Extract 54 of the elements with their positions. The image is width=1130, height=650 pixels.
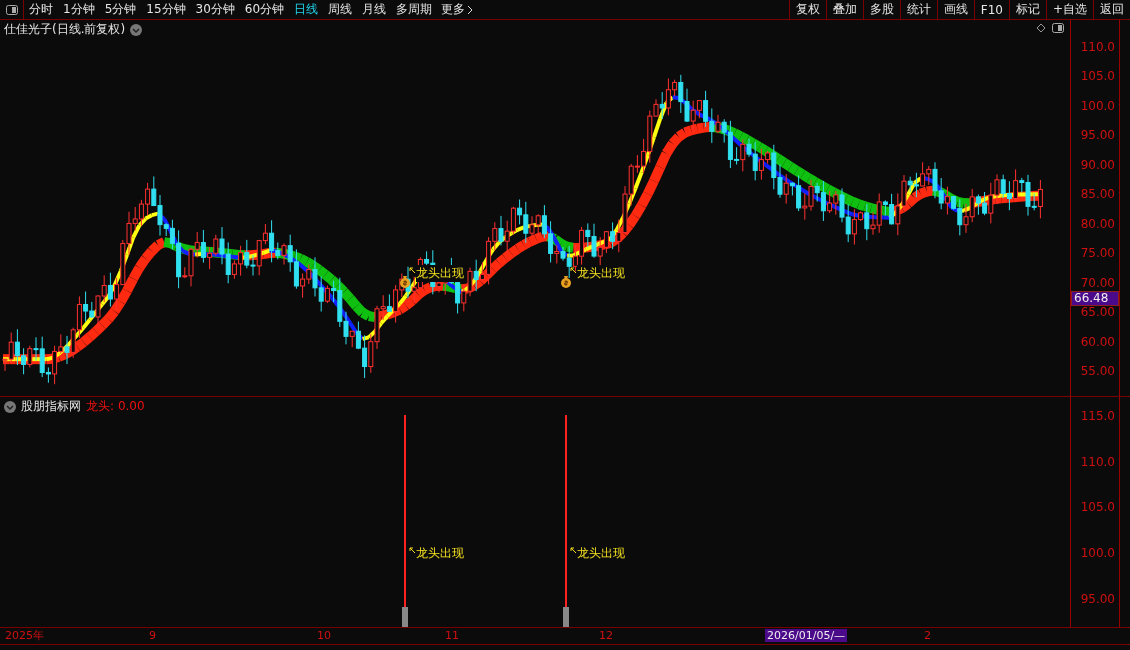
period-tab[interactable]: 多周期 [391, 0, 438, 19]
date-label: 2026/01/05/— [765, 629, 848, 642]
axis-label: 65.00 [1080, 305, 1115, 320]
chart-title: 仕佳光子(日线.前复权) [4, 21, 126, 38]
period-tab[interactable]: 日线 [289, 0, 324, 19]
period-tab[interactable]: 15分钟 [141, 0, 191, 19]
date-label: 2 [923, 629, 932, 642]
arrow-icon [409, 267, 416, 274]
signal-label: 龙头出现 [577, 545, 625, 562]
date-label: 10 [316, 629, 332, 642]
indicator-name: 股朋指标网 [21, 398, 81, 415]
axis-label: 105.0 [1080, 69, 1115, 84]
axis-label: 75.00 [1080, 246, 1115, 261]
date-label: 2025年 [4, 629, 45, 642]
arrow-icon [570, 547, 577, 554]
axis-label: 100.0 [1080, 98, 1115, 113]
period-tab[interactable]: 分时 [24, 0, 58, 19]
signal-label: 龙头出现 [416, 545, 464, 562]
axis-label: 90.00 [1080, 157, 1115, 172]
current-price-tag: 66.48 [1071, 291, 1119, 306]
axis-label: 100.0 [1080, 546, 1115, 561]
money-bag-icon [560, 275, 572, 288]
period-tab[interactable]: 1分钟 [58, 0, 100, 19]
period-tab[interactable]: 5分钟 [99, 0, 142, 19]
axis-label: 95.00 [1080, 128, 1115, 143]
panel-toggle-icon[interactable] [1052, 23, 1064, 33]
chevron-right-icon [467, 4, 474, 15]
dropdown-icon[interactable] [130, 23, 143, 36]
axis-label: 95.00 [1080, 591, 1115, 606]
arrow-icon [570, 267, 577, 274]
axis-label: 110.0 [1080, 40, 1115, 54]
date-label: 9 [148, 629, 157, 642]
period-tab[interactable]: 60分钟 [239, 0, 290, 19]
axis-label: 70.00 [1080, 275, 1115, 290]
indicator-value: 龙头: 0.00 [86, 398, 145, 415]
axis-label: 115.0 [1080, 409, 1115, 423]
axis-label: 110.0 [1080, 454, 1115, 469]
more-button[interactable]: 更多 [437, 0, 478, 19]
dropdown-icon[interactable] [4, 400, 16, 413]
date-label: 11 [444, 629, 460, 642]
axis-label: 85.00 [1080, 187, 1115, 202]
signal-label: 龙头出现 [577, 265, 625, 282]
period-tab[interactable]: 月线 [357, 0, 392, 19]
signal-label: 龙头出现 [416, 265, 464, 282]
period-tab[interactable]: 周线 [323, 0, 358, 19]
date-label: 12 [598, 629, 614, 642]
arrow-icon [409, 547, 416, 554]
axis-label: 105.0 [1080, 500, 1115, 515]
axis-label: 60.00 [1080, 334, 1115, 349]
money-bag-icon [399, 275, 411, 288]
period-tab[interactable]: 30分钟 [190, 0, 240, 19]
axis-label: 55.00 [1080, 363, 1115, 378]
diamond-icon[interactable] [1036, 23, 1046, 33]
axis-label: 80.00 [1080, 216, 1115, 231]
